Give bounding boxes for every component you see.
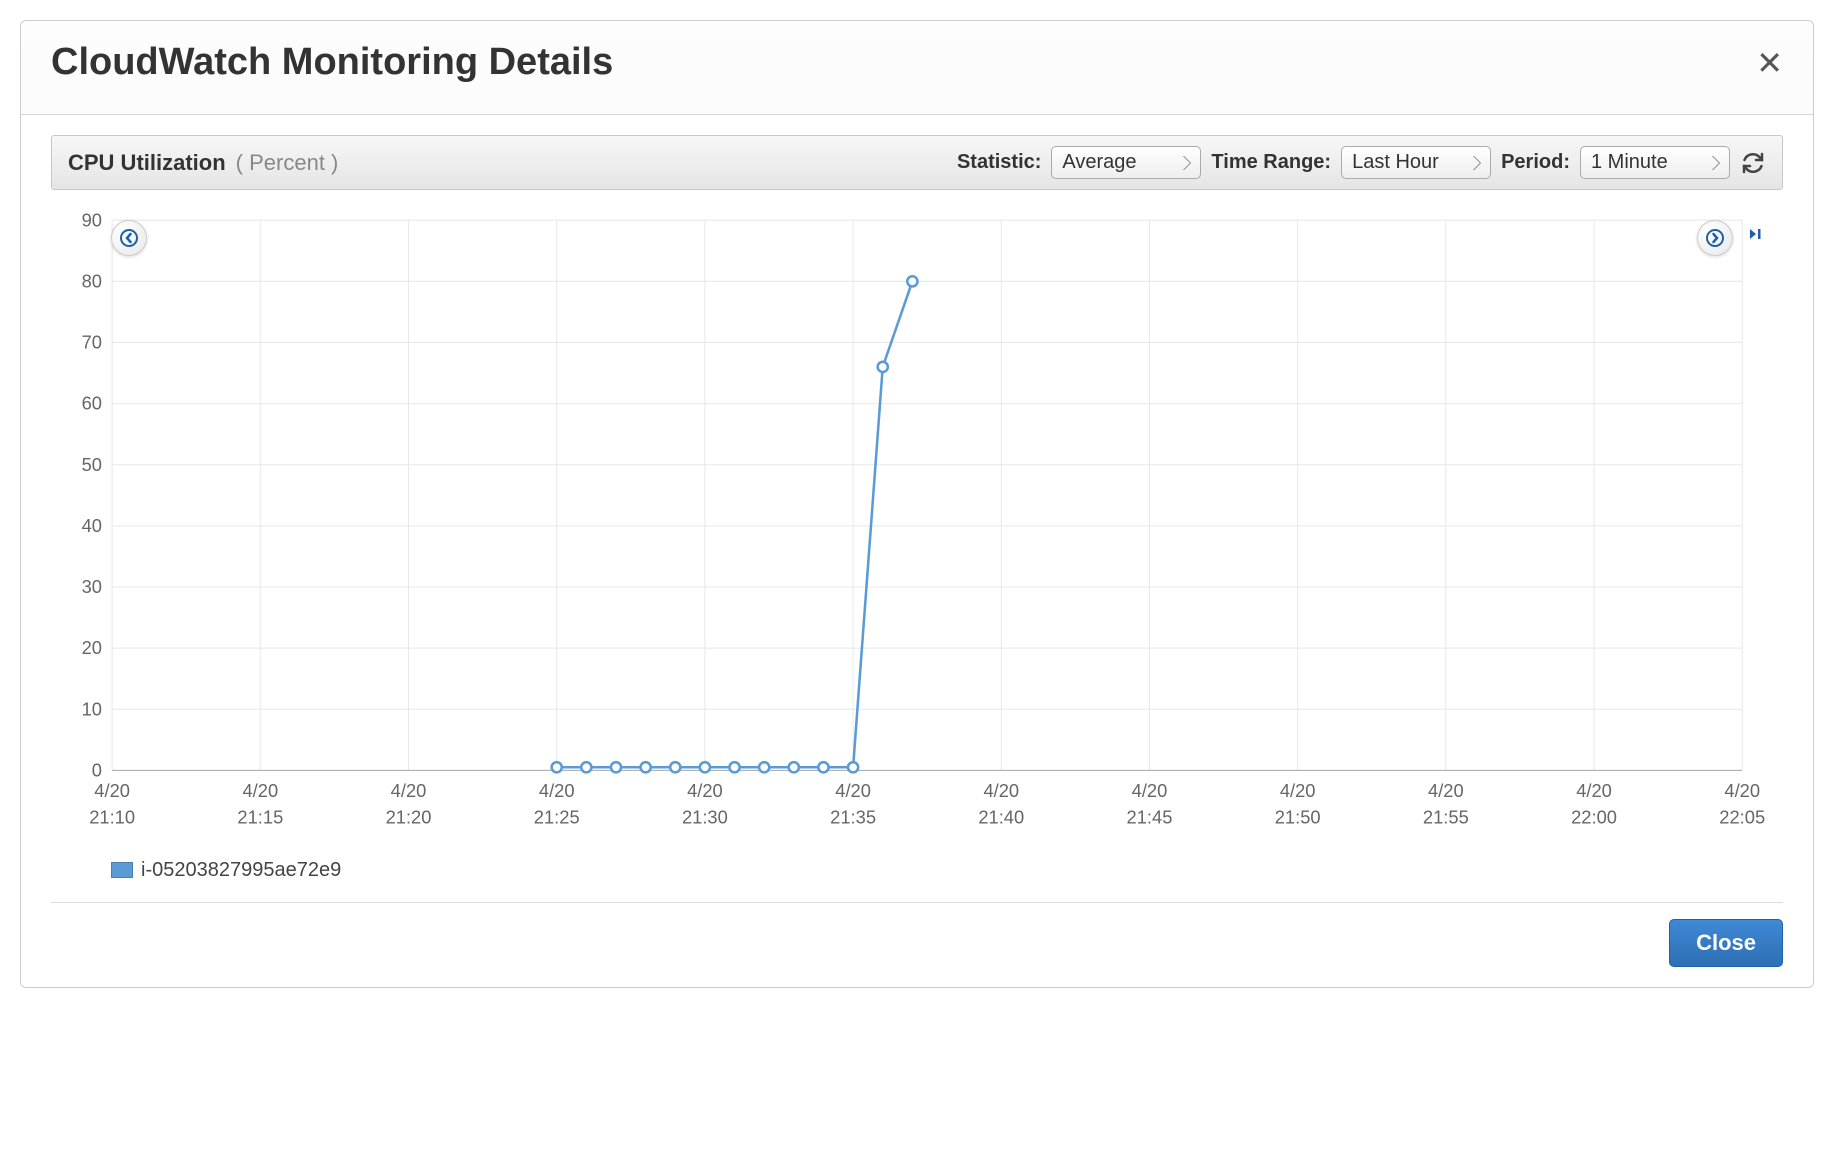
svg-text:4/20: 4/20 xyxy=(1576,780,1612,801)
svg-text:4/20: 4/20 xyxy=(983,780,1019,801)
chart-nav-prev-button[interactable] xyxy=(111,220,147,256)
svg-text:4/20: 4/20 xyxy=(835,780,871,801)
svg-text:21:55: 21:55 xyxy=(1423,806,1469,827)
monitoring-dialog: CloudWatch Monitoring Details ✕ CPU Util… xyxy=(20,20,1814,988)
svg-text:21:10: 21:10 xyxy=(89,806,135,827)
metric-unit: ( Percent ) xyxy=(236,150,339,176)
chart-nav-next-button[interactable] xyxy=(1697,220,1733,256)
svg-text:70: 70 xyxy=(82,332,102,353)
chart-nav-end-button[interactable] xyxy=(1747,226,1763,247)
controls-bar: CPU Utilization ( Percent ) Statistic: A… xyxy=(51,135,1783,190)
timerange-label: Time Range: xyxy=(1211,151,1331,174)
svg-text:4/20: 4/20 xyxy=(1724,780,1760,801)
svg-text:4/20: 4/20 xyxy=(1132,780,1168,801)
close-icon[interactable]: ✕ xyxy=(1756,47,1783,79)
svg-text:20: 20 xyxy=(82,637,102,658)
svg-text:22:00: 22:00 xyxy=(1571,806,1617,827)
svg-text:0: 0 xyxy=(92,759,102,780)
svg-text:50: 50 xyxy=(82,454,102,475)
svg-text:21:35: 21:35 xyxy=(830,806,876,827)
line-chart: 0 10 20 30 40 50 60 70 80 90 4/20 21:10 4/20 21:15 4/2… xyxy=(51,210,1783,842)
skip-end-icon xyxy=(1747,226,1763,242)
svg-text:90: 90 xyxy=(82,210,102,230)
svg-text:21:30: 21:30 xyxy=(682,806,728,827)
chart-legend: i-05203827995ae72e9 xyxy=(111,859,1783,882)
svg-text:21:45: 21:45 xyxy=(1127,806,1173,827)
legend-swatch xyxy=(111,862,133,878)
dialog-header: CloudWatch Monitoring Details ✕ xyxy=(21,21,1813,115)
chevron-left-icon xyxy=(120,229,138,247)
dialog-body: CPU Utilization ( Percent ) Statistic: A… xyxy=(21,115,1813,987)
svg-text:80: 80 xyxy=(82,270,102,291)
svg-text:10: 10 xyxy=(82,698,102,719)
dialog-footer: Close xyxy=(51,903,1783,967)
legend-series-label: i-05203827995ae72e9 xyxy=(141,859,341,882)
svg-text:21:25: 21:25 xyxy=(534,806,580,827)
svg-text:40: 40 xyxy=(82,515,102,536)
close-button[interactable]: Close xyxy=(1669,919,1783,967)
chart-area: 0 10 20 30 40 50 60 70 80 90 4/20 21:10 4/20 21:15 4/2… xyxy=(51,210,1783,903)
svg-text:4/20: 4/20 xyxy=(391,780,427,801)
statistic-label: Statistic: xyxy=(957,151,1041,174)
svg-text:4/20: 4/20 xyxy=(243,780,279,801)
svg-text:22:05: 22:05 xyxy=(1719,806,1765,827)
svg-text:4/20: 4/20 xyxy=(1280,780,1316,801)
timerange-select[interactable]: Last Hour xyxy=(1341,146,1491,179)
svg-text:4/20: 4/20 xyxy=(1428,780,1464,801)
svg-text:4/20: 4/20 xyxy=(94,780,130,801)
svg-text:21:50: 21:50 xyxy=(1275,806,1321,827)
period-value: 1 Minute xyxy=(1591,151,1668,174)
metric-name: CPU Utilization xyxy=(68,150,226,176)
refresh-icon[interactable] xyxy=(1740,150,1766,176)
statistic-value: Average xyxy=(1062,151,1136,174)
svg-text:21:40: 21:40 xyxy=(978,806,1024,827)
period-label: Period: xyxy=(1501,151,1570,174)
svg-text:21:15: 21:15 xyxy=(237,806,283,827)
svg-text:60: 60 xyxy=(82,393,102,414)
svg-text:21:20: 21:20 xyxy=(386,806,432,827)
svg-text:4/20: 4/20 xyxy=(687,780,723,801)
svg-text:4/20: 4/20 xyxy=(539,780,575,801)
chevron-right-icon xyxy=(1706,229,1724,247)
statistic-select[interactable]: Average xyxy=(1051,146,1201,179)
timerange-value: Last Hour xyxy=(1352,151,1439,174)
period-select[interactable]: 1 Minute xyxy=(1580,146,1730,179)
svg-text:30: 30 xyxy=(82,576,102,597)
dialog-title: CloudWatch Monitoring Details xyxy=(51,41,613,84)
